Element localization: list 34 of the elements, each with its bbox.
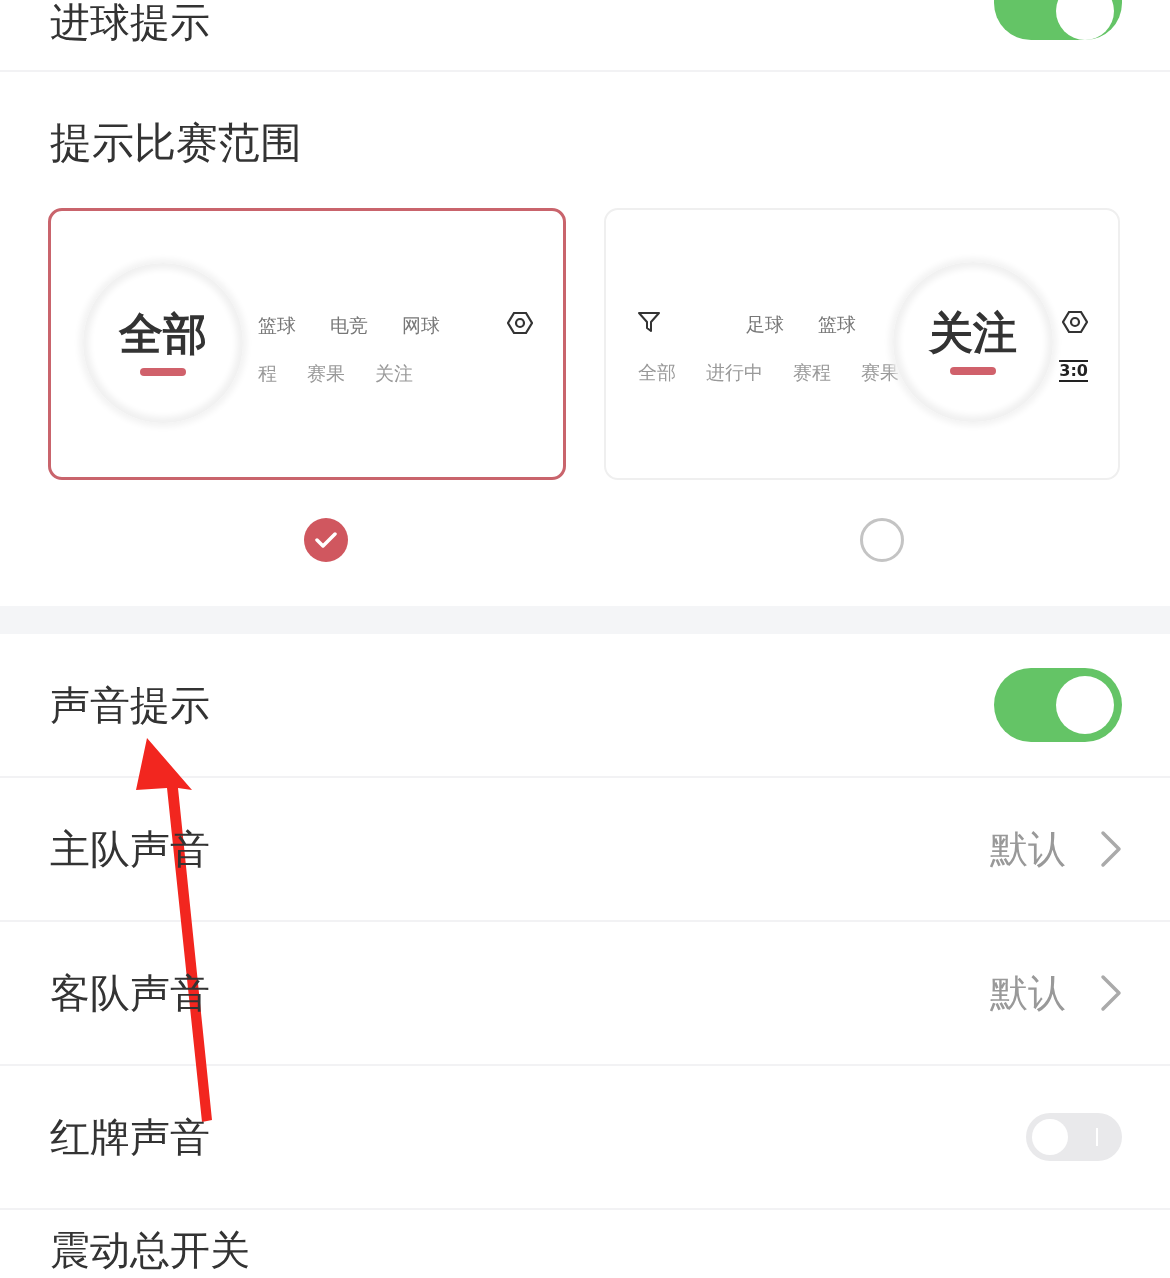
- tab-label: 进行中: [706, 360, 763, 386]
- toggle-switch[interactable]: [994, 0, 1122, 40]
- chevron-right-icon: [1100, 974, 1122, 1013]
- setting-label: 进球提示: [50, 0, 210, 44]
- tab-label: 网球: [402, 313, 440, 339]
- settings-icon: [507, 310, 533, 337]
- setting-label: 震动总开关: [50, 1228, 250, 1273]
- tab-label: 篮球: [258, 313, 296, 339]
- indicator-bar: [950, 367, 996, 376]
- tab-label: 赛程: [793, 360, 831, 386]
- preview-card[interactable]: 篮球 电竞 网球 程 赛果 关注 全部: [48, 208, 566, 481]
- settings-icon: [1062, 309, 1088, 336]
- tab-label: 足球: [746, 312, 784, 338]
- tab-label: 全部: [638, 360, 676, 386]
- tab-label: 关注: [375, 361, 413, 387]
- check-icon: [315, 532, 337, 549]
- indicator-bar: [140, 368, 186, 377]
- radio-button[interactable]: [304, 518, 348, 563]
- tab-label: 电竞: [330, 313, 368, 339]
- setting-value: 默认: [990, 969, 1066, 1017]
- tab-label: 程: [258, 361, 277, 387]
- setting-label: 声音提示: [50, 683, 210, 728]
- tab-label: 赛果: [861, 360, 899, 386]
- preview-card[interactable]: 3:0 足球 篮球 全部 进行中 赛程 赛果 关注: [604, 208, 1120, 481]
- badge-label: 关注: [929, 309, 1017, 358]
- setting-label: 红牌声音: [50, 1115, 210, 1160]
- tab-label: 篮球: [818, 312, 856, 338]
- section-title: 提示比赛范围: [49, 117, 303, 167]
- setting-value: 默认: [990, 825, 1066, 873]
- badge-label: 全部: [119, 310, 207, 359]
- filter-icon: [637, 311, 661, 334]
- tab-label: 赛果: [307, 361, 345, 387]
- chevron-right-icon: [1100, 830, 1122, 869]
- radio-button[interactable]: [860, 518, 904, 563]
